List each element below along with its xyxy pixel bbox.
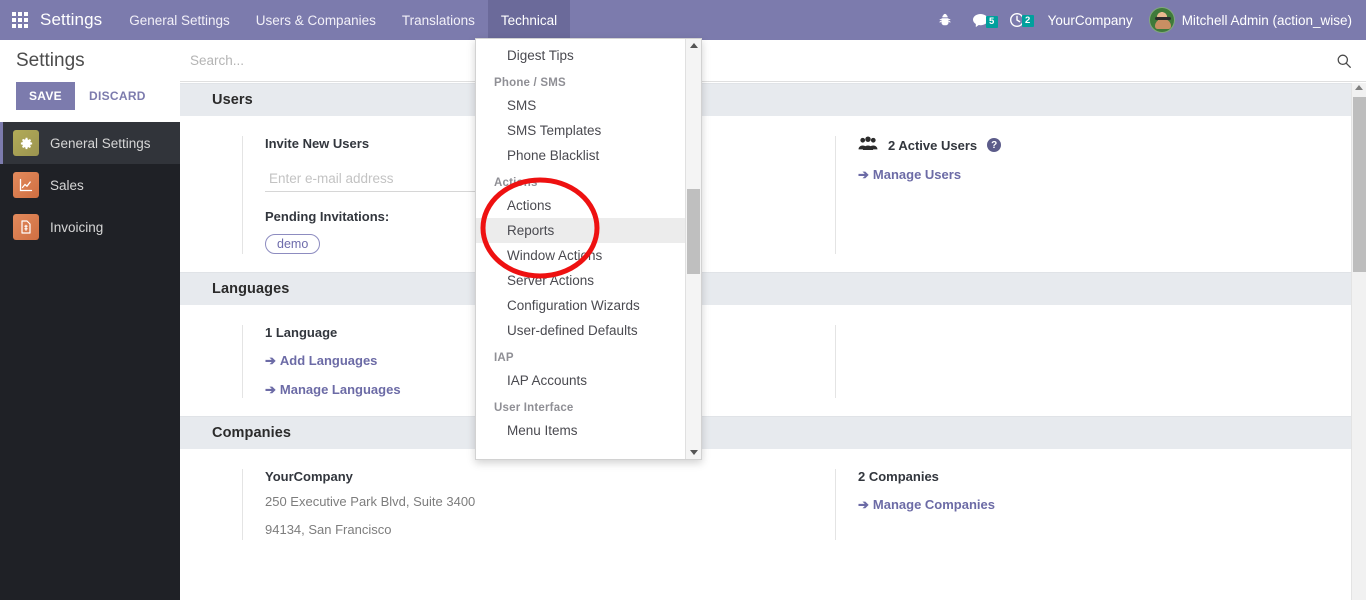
arrow-right-icon: ➔ xyxy=(858,167,869,182)
gear-icon xyxy=(13,130,39,156)
arrow-right-icon: ➔ xyxy=(858,497,869,512)
menu-general-settings[interactable]: General Settings xyxy=(116,0,243,40)
section-body-users: Invite New Users Pending Invitations: de… xyxy=(180,116,1366,272)
company-info-column: YourCompany 250 Executive Park Blvd, Sui… xyxy=(242,469,773,540)
technical-dropdown-menu: Digest Tips Phone / SMS SMS SMS Template… xyxy=(475,38,702,460)
menu-translations[interactable]: Translations xyxy=(389,0,488,40)
top-right-tools: 5 2 YourCompany Mitchell Admin (action_w… xyxy=(929,0,1366,40)
languages-spacer-column xyxy=(835,325,1366,398)
page-scrollbar-thumb[interactable] xyxy=(1353,97,1366,272)
activity-count-badge: 2 xyxy=(1021,15,1034,27)
activity-clock-icon[interactable]: 2 xyxy=(1000,12,1034,28)
manage-companies-label: Manage Companies xyxy=(872,497,995,512)
menu-users-companies[interactable]: Users & Companies xyxy=(243,0,389,40)
bug-icon[interactable] xyxy=(929,13,961,27)
manage-companies-link[interactable]: ➔ Manage Companies xyxy=(858,497,1366,513)
dropdown-item-phone-blacklist[interactable]: Phone Blacklist xyxy=(476,143,685,168)
companies-stats-column: 2 Companies ➔ Manage Companies xyxy=(835,469,1366,540)
avatar xyxy=(1148,7,1175,33)
sidebar-item-sales[interactable]: Sales xyxy=(0,164,180,206)
dropdown-group-phone-sms: Phone / SMS xyxy=(494,77,566,89)
manage-users-label: Manage Users xyxy=(872,167,962,182)
user-menu[interactable]: Mitchell Admin (action_wise) xyxy=(1147,7,1358,33)
arrow-right-icon: ➔ xyxy=(265,382,276,397)
sidebar-item-invoicing[interactable]: Invoicing xyxy=(0,206,180,248)
page-title: Settings xyxy=(16,50,85,71)
dropdown-item-digest-tips[interactable]: Digest Tips xyxy=(476,43,685,68)
dropdown-scrollbar-thumb[interactable] xyxy=(687,189,700,274)
people-icon xyxy=(858,136,878,154)
chart-icon xyxy=(13,172,39,198)
dropdown-item-server-actions[interactable]: Server Actions xyxy=(476,268,685,293)
add-languages-label: Add Languages xyxy=(279,353,378,368)
sidebar-item-label: General Settings xyxy=(50,135,151,151)
save-button[interactable]: SAVE xyxy=(16,82,75,110)
section-body-languages: 1 Language ➔ Add Languages ➔ Manage Langua… xyxy=(180,305,1366,416)
dropdown-item-sms[interactable]: SMS xyxy=(476,93,685,118)
page-scrollbar[interactable] xyxy=(1351,83,1366,600)
manage-languages-label: Manage Languages xyxy=(279,382,401,397)
search-input[interactable] xyxy=(190,53,1336,68)
section-header-companies: Companies xyxy=(180,416,1366,449)
top-menu-list: General Settings Users & Companies Trans… xyxy=(116,0,571,40)
search-icon[interactable] xyxy=(1336,53,1352,69)
dropdown-group-iap: IAP xyxy=(494,352,514,364)
top-navbar: Settings General Settings Users & Compan… xyxy=(0,0,1366,40)
dropdown-scroll-area: Digest Tips Phone / SMS SMS SMS Template… xyxy=(476,39,685,459)
dropdown-item-reports[interactable]: Reports xyxy=(476,218,685,243)
sidebar-item-label: Sales xyxy=(50,177,84,193)
app-brand[interactable]: Settings xyxy=(38,0,116,40)
manage-users-link[interactable]: ➔ Manage Users xyxy=(858,167,1366,183)
active-users-count: 2 Active Users xyxy=(888,137,978,153)
dropdown-group-actions: Actions xyxy=(494,177,538,189)
companies-count: 2 Companies xyxy=(858,469,939,484)
current-company[interactable]: YourCompany xyxy=(1036,13,1145,28)
users-stats-column: 2 Active Users ? ➔ Manage Users xyxy=(835,136,1366,254)
apps-menu-button[interactable] xyxy=(0,0,38,40)
arrow-right-icon: ➔ xyxy=(265,353,276,368)
company-address-line2: 94134, San Francisco xyxy=(265,521,392,537)
dropdown-item-actions[interactable]: Actions xyxy=(476,193,685,218)
messages-count-badge: 5 xyxy=(985,15,998,28)
invoice-icon xyxy=(13,214,39,240)
sidebar-item-list: General Settings Sales Invoicing xyxy=(0,122,180,248)
app-root: Settings General Settings Users & Compan… xyxy=(0,0,1366,600)
dropdown-group-user-interface: User Interface xyxy=(494,402,574,414)
scroll-up-arrow-icon[interactable] xyxy=(1355,85,1363,90)
dropdown-item-iap-accounts[interactable]: IAP Accounts xyxy=(476,368,685,393)
dropdown-item-user-defined-defaults[interactable]: User-defined Defaults xyxy=(476,318,685,343)
search-bar xyxy=(180,40,1366,82)
question-mark-icon[interactable]: ? xyxy=(987,138,1002,152)
sidebar-item-label: Invoicing xyxy=(50,219,104,235)
dropdown-item-menu-items[interactable]: Menu Items xyxy=(476,418,685,443)
discard-button[interactable]: DISCARD xyxy=(79,82,156,110)
scroll-down-arrow-icon[interactable] xyxy=(690,450,698,455)
messages-icon[interactable]: 5 xyxy=(963,13,998,28)
sidebar-item-general-settings[interactable]: General Settings xyxy=(0,122,180,164)
user-name-label: Mitchell Admin (action_wise) xyxy=(1181,12,1352,28)
sidebar-header: Settings SAVE DISCARD xyxy=(0,40,180,122)
menu-technical[interactable]: Technical xyxy=(487,0,571,40)
settings-sheet: Users Invite New Users Pending Invitatio… xyxy=(180,83,1366,600)
pending-invitation-tag[interactable]: demo xyxy=(265,234,321,254)
section-body-companies: YourCompany 250 Executive Park Blvd, Sui… xyxy=(180,449,1366,558)
dropdown-item-sms-templates[interactable]: SMS Templates xyxy=(476,118,685,143)
active-users-row: 2 Active Users ? xyxy=(858,136,1366,154)
apps-grid-icon xyxy=(12,12,28,28)
company-address-line1: 250 Executive Park Blvd, Suite 3400 xyxy=(265,494,476,509)
scroll-up-arrow-icon[interactable] xyxy=(690,43,698,48)
main-content: Users Invite New Users Pending Invitatio… xyxy=(180,40,1366,600)
company-name-label: YourCompany xyxy=(265,469,353,484)
left-sidebar: Settings SAVE DISCARD General Settings S… xyxy=(0,40,180,600)
dropdown-scrollbar[interactable] xyxy=(685,39,701,459)
record-actions: SAVE DISCARD xyxy=(16,82,180,110)
dropdown-item-window-actions[interactable]: Window Actions xyxy=(476,243,685,268)
dropdown-item-configuration-wizards[interactable]: Configuration Wizards xyxy=(476,293,685,318)
section-header-languages: Languages xyxy=(180,272,1366,305)
section-header-users: Users xyxy=(180,83,1366,116)
